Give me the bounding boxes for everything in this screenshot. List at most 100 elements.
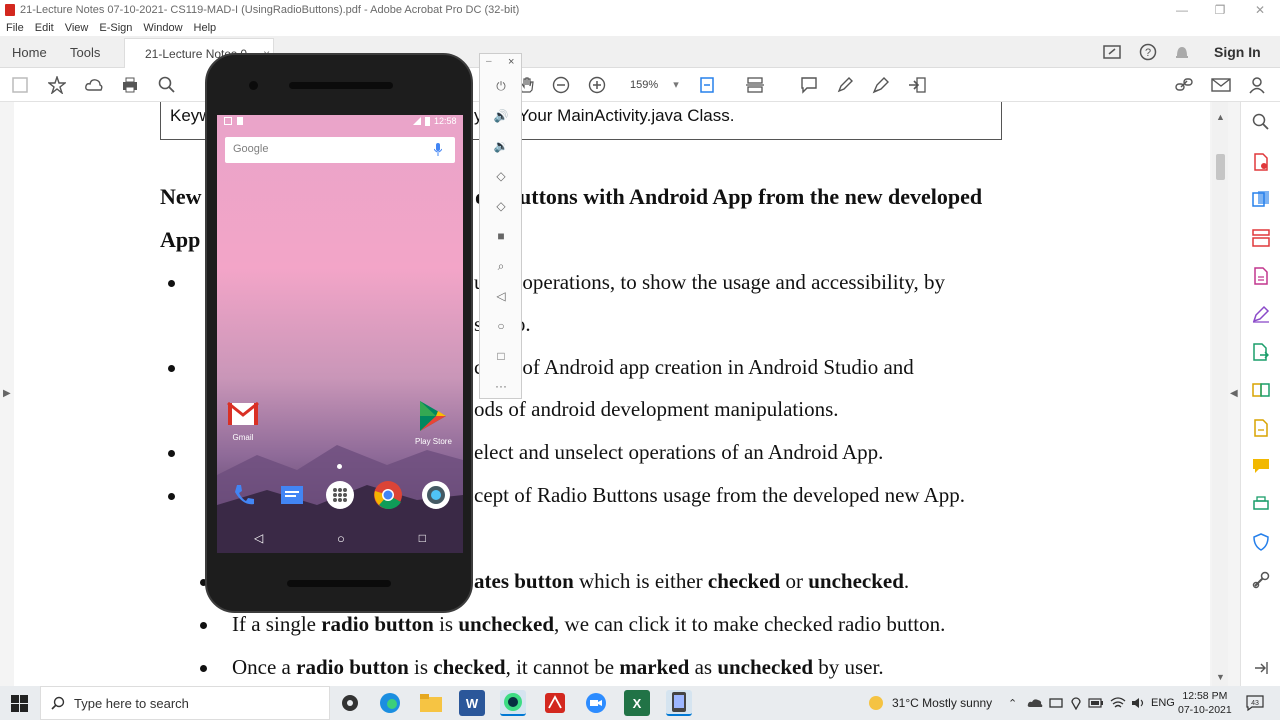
taskbar-app-android-studio[interactable] (500, 690, 526, 716)
sign-in-button[interactable]: Sign In (1214, 44, 1261, 60)
minimize-button[interactable]: — (1162, 0, 1202, 20)
recents-icon[interactable]: □ (419, 531, 426, 545)
collapse-pane-icon[interactable] (1251, 658, 1271, 678)
highlight-pen-icon[interactable] (835, 75, 855, 95)
onedrive-icon[interactable] (1027, 686, 1043, 720)
gmail-app[interactable]: Gmail (227, 401, 259, 442)
zoom-out-icon[interactable] (551, 75, 571, 95)
clock[interactable]: 12:58 PM 07-10-2021 (1178, 686, 1232, 720)
protect-shield-icon[interactable] (1251, 532, 1271, 552)
panel-close-button[interactable]: × (508, 56, 514, 68)
wifi-icon[interactable] (1110, 686, 1126, 720)
email-icon[interactable] (1211, 75, 1231, 95)
taskbar-app-edge[interactable] (377, 690, 403, 716)
share-arrow-icon[interactable] (907, 75, 927, 95)
scrollbar-thumb[interactable] (1216, 154, 1225, 180)
menu-edit[interactable]: Edit (35, 22, 54, 34)
app-drawer-icon[interactable] (325, 480, 355, 510)
windows-start-icon[interactable] (11, 695, 28, 712)
share-screen-icon[interactable] (1102, 42, 1122, 62)
help-icon[interactable]: ? (1138, 42, 1158, 62)
restore-button[interactable]: ❐ (1200, 0, 1240, 20)
print-production-icon[interactable] (1251, 494, 1271, 514)
taskbar-app-emulator[interactable] (666, 690, 692, 716)
upload-cloud-icon[interactable] (84, 75, 104, 95)
fill-sign-icon[interactable] (1251, 304, 1271, 324)
zoom-icon[interactable]: ⌕ (491, 256, 511, 276)
taskbar-app-word[interactable]: W (459, 690, 485, 716)
location-icon[interactable] (1070, 686, 1082, 720)
rotate-left-icon[interactable]: ◇ (491, 166, 511, 186)
scroll-down-icon[interactable]: ▼ (1216, 672, 1225, 682)
taskbar-app-zoom[interactable] (583, 690, 609, 716)
compare-icon[interactable] (1251, 380, 1271, 400)
volume-icon[interactable] (1131, 686, 1147, 720)
volume-up-icon[interactable]: 🔊 (491, 106, 511, 126)
create-pdf-icon[interactable] (1251, 152, 1271, 172)
menu-esign[interactable]: E-Sign (99, 22, 132, 34)
battery-icon[interactable] (1088, 686, 1104, 720)
print-icon[interactable] (120, 75, 140, 95)
edit-pdf-icon[interactable] (1251, 266, 1271, 286)
back-icon[interactable]: ◁ (491, 286, 511, 306)
panel-minimize-button[interactable]: – (486, 56, 492, 67)
save-icon[interactable] (10, 75, 30, 95)
phone-icon[interactable] (229, 480, 259, 510)
tab-home[interactable]: Home (12, 36, 47, 68)
export-pdf-icon[interactable] (1251, 189, 1271, 209)
messages-icon[interactable] (277, 480, 307, 510)
scroll-mode-icon[interactable] (745, 75, 765, 95)
menu-window[interactable]: Window (143, 22, 182, 34)
more-tools-icon[interactable] (1251, 570, 1271, 590)
home-icon[interactable]: ○ (491, 316, 511, 336)
rotate-right-icon[interactable]: ◇ (491, 196, 511, 216)
link-icon[interactable] (1174, 75, 1194, 95)
meet-now-icon[interactable] (1049, 686, 1063, 720)
menu-file[interactable]: File (6, 22, 24, 34)
fit-page-icon[interactable] (699, 75, 719, 95)
comment-icon[interactable] (799, 75, 819, 95)
search-icon[interactable] (1251, 112, 1271, 132)
menu-view[interactable]: View (65, 22, 89, 34)
back-icon[interactable]: ◁ (254, 531, 263, 545)
right-panel-toggle-icon[interactable]: ◀ (1230, 388, 1238, 399)
weather-widget[interactable]: 31°C Mostly sunny (868, 686, 992, 720)
export-icon[interactable] (1251, 418, 1271, 438)
menu-help[interactable]: Help (194, 22, 217, 34)
bell-icon[interactable] (1172, 42, 1192, 62)
screenshot-icon[interactable]: ■ (491, 226, 511, 246)
zoom-in-icon[interactable] (587, 75, 607, 95)
taskbar-search[interactable]: Type here to search (40, 686, 330, 720)
overview-icon[interactable]: □ (491, 346, 511, 366)
volume-down-icon[interactable]: 🔉 (491, 136, 511, 156)
user-share-icon[interactable] (1248, 75, 1268, 95)
google-search-bar[interactable]: Google (225, 137, 455, 163)
play-store-app[interactable]: Play Store (415, 399, 452, 446)
scroll-up-icon[interactable]: ▲ (1216, 112, 1225, 122)
more-icon[interactable]: ··· (491, 376, 511, 396)
tab-tools[interactable]: Tools (70, 36, 100, 68)
search-icon[interactable] (157, 75, 177, 95)
vertical-scrollbar[interactable]: ▲ ▼ (1212, 102, 1228, 686)
taskbar-app-settings[interactable] (337, 690, 363, 716)
bookmark-star-icon[interactable] (47, 75, 67, 95)
close-button[interactable]: ✕ (1240, 0, 1280, 20)
left-panel-toggle-icon[interactable]: ▶ (3, 388, 11, 399)
comment-icon[interactable] (1251, 456, 1271, 476)
notification-center-icon[interactable]: 43 (1246, 686, 1264, 720)
sign-pen-icon[interactable] (871, 75, 891, 95)
zoom-select[interactable]: 159% ▾ (630, 78, 679, 91)
power-icon[interactable]: ⏻ (491, 76, 511, 96)
emulator-screen[interactable]: 12:58 Google Gmail Play Store ◁ ○ □ (217, 115, 463, 553)
tray-overflow-icon[interactable]: ⌃ (1008, 686, 1017, 720)
mic-icon[interactable] (434, 143, 442, 157)
send-for-review-icon[interactable] (1251, 342, 1271, 362)
taskbar-app-explorer[interactable] (418, 690, 444, 716)
taskbar-app-excel[interactable]: X (624, 690, 650, 716)
organize-pages-icon[interactable] (1251, 228, 1271, 248)
home-icon[interactable]: ○ (337, 531, 345, 546)
language-indicator[interactable]: ENG (1151, 686, 1175, 720)
taskbar-app-acrobat[interactable] (542, 690, 568, 716)
chrome-icon[interactable] (373, 480, 403, 510)
camera-icon[interactable] (421, 480, 451, 510)
